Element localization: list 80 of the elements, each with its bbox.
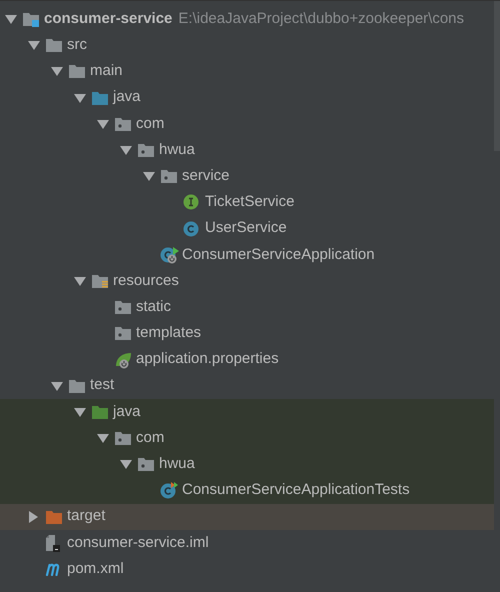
tree-item[interactable]: main — [90, 60, 123, 83]
package-folder-icon — [114, 430, 132, 446]
package-folder-icon — [160, 168, 178, 184]
package-folder-icon — [114, 299, 132, 316]
resources-folder-icon — [91, 272, 109, 289]
folder-icon — [91, 404, 109, 420]
tree-item[interactable]: com — [136, 112, 164, 136]
collapse-arrow-icon[interactable] — [51, 380, 63, 391]
tree-row[interactable]: hwua — [0, 451, 494, 478]
test-class-icon — [160, 481, 180, 500]
tree-row[interactable]: hwua — [0, 136, 494, 164]
tree-item[interactable]: java — [113, 400, 141, 424]
tree-row[interactable]: consumer-service.iml — [0, 530, 494, 556]
folder-icon — [91, 90, 109, 106]
tree-row[interactable]: consumer-service E:\ideaJavaProject\dubbo+zookeeper\cons — [0, 6, 494, 32]
tree-item[interactable]: target — [67, 505, 106, 528]
folder-icon — [45, 37, 63, 54]
collapse-arrow-icon[interactable] — [74, 92, 86, 103]
collapse-arrow-icon[interactable] — [5, 14, 17, 24]
tree-item[interactable]: pom.xml — [67, 558, 124, 580]
tree-row[interactable]: UserService — [0, 216, 494, 242]
collapse-arrow-icon[interactable] — [120, 145, 132, 156]
tree-item[interactable]: resources — [113, 270, 179, 292]
tree-row[interactable]: com — [0, 110, 494, 137]
tree-row[interactable]: java — [0, 84, 494, 111]
class-run-icon — [160, 246, 180, 264]
tree-item[interactable]: hwua — [159, 453, 195, 476]
tree-item[interactable]: service — [182, 164, 230, 188]
leaf-icon — [114, 350, 134, 369]
folder-icon — [68, 378, 86, 394]
tree-row[interactable]: target — [0, 504, 494, 530]
tree-item[interactable]: hwua — [159, 138, 195, 162]
collapse-arrow-icon[interactable] — [97, 433, 109, 444]
tree-row[interactable]: ConsumerServiceApplicationTests — [0, 477, 494, 504]
tree-row[interactable]: com — [0, 425, 494, 452]
collapse-arrow-icon[interactable] — [143, 171, 155, 182]
project-path: E:\ideaJavaProject\dubbo+zookeeper\cons — [178, 8, 464, 29]
tree-item[interactable]: TicketService — [205, 191, 294, 214]
tree-item[interactable]: ConsumerServiceApplicationTests — [182, 479, 410, 502]
collapse-arrow-icon[interactable] — [28, 40, 40, 50]
tree-item[interactable]: ConsumerServiceApplication — [182, 244, 375, 266]
tree-row[interactable]: TicketService — [0, 189, 494, 216]
tree-item[interactable]: com — [136, 426, 164, 450]
tree-row[interactable]: java — [0, 398, 494, 425]
expand-arrow-icon[interactable] — [28, 510, 38, 523]
package-folder-icon — [114, 325, 132, 342]
tree-item[interactable]: UserService — [205, 217, 287, 240]
collapse-arrow-icon[interactable] — [120, 459, 132, 470]
package-folder-icon — [137, 456, 155, 472]
tree-row[interactable]: static — [0, 294, 494, 320]
package-folder-icon — [137, 142, 155, 158]
scrollbar[interactable] — [494, 1, 500, 151]
collapse-arrow-icon[interactable] — [97, 118, 109, 129]
tree-row[interactable]: main — [0, 58, 494, 85]
tree-row[interactable]: src — [0, 32, 494, 58]
tree-row[interactable]: test — [0, 372, 494, 399]
file-icon — [45, 534, 61, 552]
collapse-arrow-icon[interactable] — [51, 66, 63, 76]
tree-row[interactable]: application.properties — [0, 346, 494, 373]
tree-row[interactable]: resources — [0, 268, 494, 294]
class-icon — [183, 220, 199, 237]
folder-icon — [68, 63, 86, 80]
interface-icon — [183, 194, 199, 210]
collapse-arrow-icon[interactable] — [74, 276, 86, 286]
tree-item[interactable]: test — [90, 374, 114, 397]
module-folder-icon — [22, 11, 40, 28]
tree-row[interactable]: service — [0, 163, 494, 190]
tree-row[interactable]: ConsumerServiceApplication — [0, 242, 494, 268]
tree-row[interactable]: templates — [0, 320, 494, 346]
tree-item[interactable]: application.properties — [136, 348, 279, 371]
tree-item[interactable]: consumer-service — [44, 8, 172, 30]
tree-item[interactable]: java — [113, 86, 141, 109]
tree-item[interactable]: src — [67, 34, 87, 57]
package-folder-icon — [114, 116, 132, 132]
tree-item[interactable]: consumer-service.iml — [67, 532, 209, 554]
tree-row[interactable]: pom.xml — [0, 556, 494, 582]
folder-icon — [45, 508, 63, 525]
collapse-arrow-icon[interactable] — [74, 406, 86, 417]
tree-item[interactable]: static — [136, 296, 172, 318]
tree-item[interactable]: templates — [136, 322, 202, 345]
